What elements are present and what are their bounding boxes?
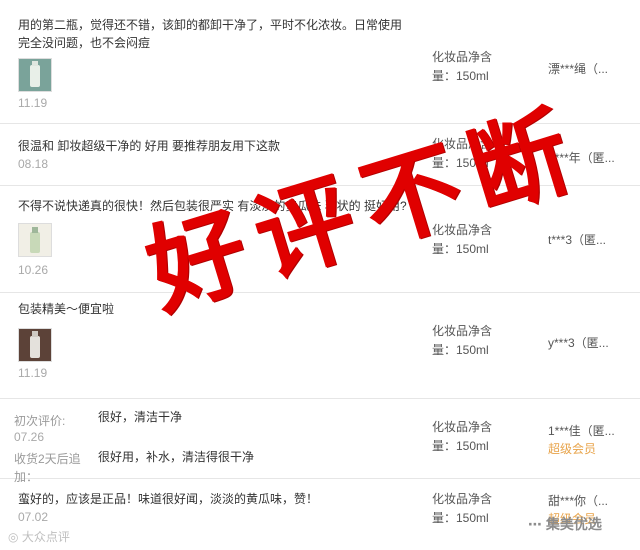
product-thumbnail[interactable] [18,328,52,362]
reviewer-name[interactable]: d***年（匿... [548,149,615,166]
sku-size: 量：150ml [432,156,489,170]
wechat-icon: ⋯ [528,516,542,532]
weibo-icon: ◎ [8,530,19,544]
sku-name: 化妆品净含 [432,492,493,506]
watermark-left: ◎ 大众点评 [8,528,70,545]
review-date: 07.26 [14,430,45,444]
review-date: 07.02 [18,510,49,524]
bottle-icon [19,224,51,256]
review-date: 11.19 [18,96,48,110]
watermark-right: ⋯ 集美优选 [528,514,602,534]
initial-review-label: 初次评价: [14,414,66,428]
review-comment: 用的第二瓶，觉得还不错，该卸的都卸干净了，平时不化浓妆。日常使用 [18,18,403,32]
sku-name: 化妆品净含 [432,420,493,434]
reviewer-name[interactable]: 漂***绳（... [548,60,608,77]
watermark-left-text: 大众点评 [21,530,70,544]
product-thumbnail[interactable] [18,223,52,257]
review-date: 08.18 [18,157,49,171]
review-row: 初次评价: 很好，清洁干净 07.26 收货2天后追 加： 很好用，补水，清洁得… [0,398,640,484]
review-comment: 蛮好的，应该是正品！味道很好闻，淡淡的黄瓜味，赞！ [18,492,319,506]
bottle-icon [19,59,51,91]
sku-info: 化妆品净含 量：150ml [432,490,512,528]
member-badge: 超级会员 [548,442,597,456]
reviewer-name[interactable]: t***3（匿... [548,231,606,248]
review-comment: 包装精美～便宜啦 [18,302,115,316]
review-comment: 很温和 卸妆超级干净的 好用 要推荐朋友用下这款 [18,139,281,153]
initial-review-comment: 很好，清洁干净 [98,410,183,424]
followup-comment: 很好用，补水，清洁得很干净 [98,450,255,464]
sku-name: 化妆品净含 [432,324,493,338]
sku-size: 量：150ml [432,439,489,453]
review-date: 10.26 [18,263,49,277]
sku-size: 量：150ml [432,343,489,357]
sku-info: 化妆品净含 量：150ml [432,135,512,173]
review-row: 用的第二瓶，觉得还不错，该卸的都卸干净了，平时不化浓妆。日常使用 完全没问题，也… [0,0,640,124]
reviewer-name[interactable]: 甜***你（... [548,492,608,509]
sku-size: 量：150ml [432,511,489,525]
sku-info: 化妆品净含 量：150ml [432,418,512,456]
sku-size: 量：150ml [432,69,489,83]
reviewer-name[interactable]: y***3（匿... [548,334,609,351]
review-row: 不得不说快递真的很快！然后包装很严实 有淡淡的黄瓜味 乳状的 挺好用? 10.2… [0,185,640,293]
review-comment: 不得不说快递真的很快！然后包装很严实 有淡淡的黄瓜味 乳状的 挺好用? [18,199,407,213]
watermark-right-text: 集美优选 [545,516,602,532]
sku-name: 化妆品净含 [432,223,493,237]
sku-info: 化妆品净含 量：150ml [432,48,512,86]
sku-name: 化妆品净含 [432,50,493,64]
product-thumbnail[interactable] [18,58,52,92]
review-comment: 完全没问题，也不会闷痘 [18,36,151,50]
sku-size: 量：150ml [432,242,489,256]
followup-label: 收货2天后追 [14,452,81,466]
review-row: 包装精美～便宜啦 11.19 化妆品净含 量：150ml y***3（匿... [0,292,640,399]
sku-name: 化妆品净含 [432,137,493,151]
reviewer-name[interactable]: 1***佳（匿... [548,422,615,439]
sku-info: 化妆品净含 量：150ml [432,322,512,360]
bottle-icon [19,329,51,361]
sku-info: 化妆品净含 量：150ml [432,221,512,259]
review-row: 很温和 卸妆超级干净的 好用 要推荐朋友用下这款 08.18 化妆品净含 量：1… [0,123,640,186]
review-date: 11.19 [18,366,48,380]
